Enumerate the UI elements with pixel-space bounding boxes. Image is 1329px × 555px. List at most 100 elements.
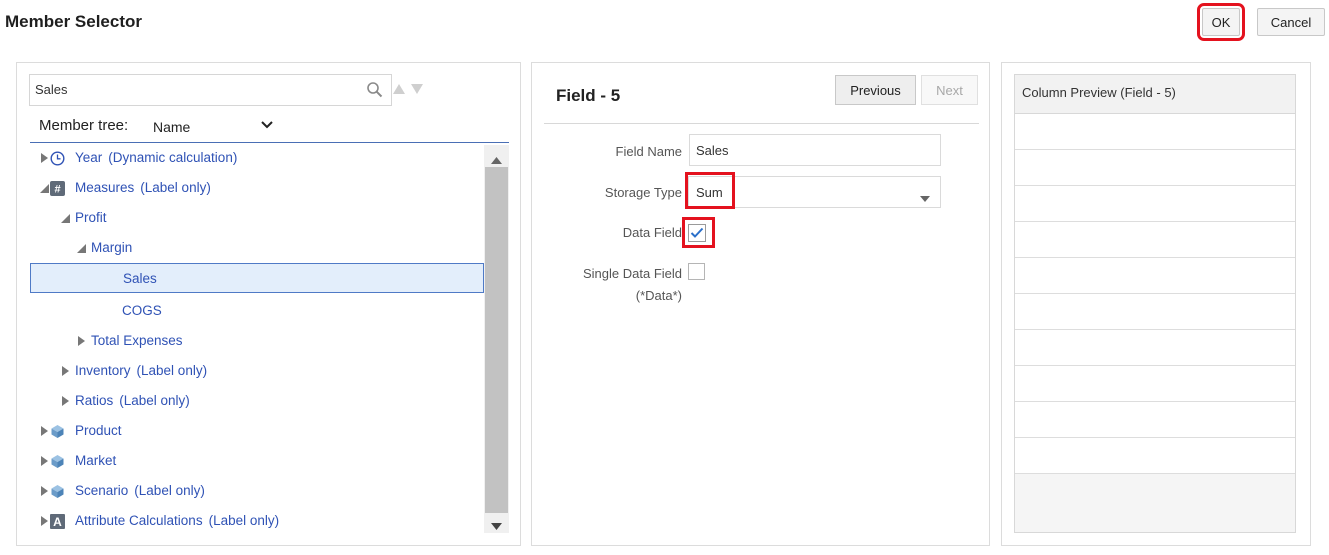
- highlight-box: [682, 217, 715, 248]
- expand-triangle-icon[interactable]: [39, 456, 49, 466]
- tree-node[interactable]: Market: [30, 446, 484, 476]
- tree-node-name: Year: [75, 150, 103, 165]
- collapse-triangle-icon[interactable]: [76, 243, 86, 253]
- tree-node-name: Inventory: [75, 363, 131, 378]
- tree-node-suffix: (Label only): [208, 513, 280, 528]
- tree-node[interactable]: Total Expenses: [30, 326, 484, 356]
- tree-node-label: COGS: [122, 303, 162, 318]
- expand-triangle-icon[interactable]: [39, 486, 49, 496]
- scroll-thumb[interactable]: [485, 167, 508, 513]
- member-tree-dropdown[interactable]: Name: [146, 116, 284, 138]
- tree-node[interactable]: Scenario (Label only): [30, 476, 484, 506]
- tree-node[interactable]: Ratios (Label only): [30, 386, 484, 416]
- scroll-up-icon[interactable]: [491, 152, 502, 167]
- previous-button[interactable]: Previous: [835, 75, 916, 105]
- collapse-triangle-icon[interactable]: [60, 213, 70, 223]
- tree-node[interactable]: COGS: [30, 296, 484, 326]
- hash-icon: #: [49, 180, 65, 196]
- tree-node-name: Product: [75, 423, 122, 438]
- search-box[interactable]: [29, 74, 392, 106]
- next-button[interactable]: Next: [921, 75, 978, 105]
- member-tree-value: Name: [153, 119, 191, 135]
- page-title: Member Selector: [5, 12, 142, 31]
- storage-type-label: Storage Type: [604, 185, 682, 200]
- tree-node[interactable]: # Measures (Label only): [30, 173, 484, 203]
- table-row: [1015, 114, 1295, 150]
- cancel-button[interactable]: Cancel: [1257, 8, 1325, 36]
- column-preview-header: Column Preview (Field - 5): [1015, 75, 1295, 114]
- cube-icon: [49, 453, 65, 469]
- tree-node[interactable]: Sales: [30, 263, 484, 293]
- tree-node-suffix: (Label only): [134, 483, 205, 498]
- attribute-icon: A: [49, 513, 65, 529]
- expand-triangle-icon[interactable]: [60, 396, 70, 406]
- expand-triangle-icon[interactable]: [39, 153, 49, 163]
- tree-node-label: Inventory (Label only): [75, 363, 207, 378]
- table-row: [1015, 294, 1295, 330]
- tree-node-label: Market: [75, 453, 116, 468]
- tree-node-label: Sales: [123, 271, 157, 286]
- tree-node-name: Margin: [91, 240, 133, 255]
- single-data-field-sublabel: (*Data*): [635, 288, 682, 303]
- scroll-down-icon[interactable]: [491, 518, 502, 533]
- tree-node[interactable]: Year (Dynamic calculation): [30, 143, 484, 173]
- svg-text:A: A: [53, 515, 62, 529]
- tree-node[interactable]: A Attribute Calculations (Label only): [30, 506, 484, 533]
- search-icon[interactable]: [366, 81, 384, 99]
- tree-scrollbar[interactable]: [484, 145, 509, 533]
- tree-node-label: Total Expenses: [91, 333, 183, 348]
- table-row: [1015, 402, 1295, 438]
- table-row: [1015, 150, 1295, 186]
- tree-node-name: Market: [75, 453, 117, 468]
- table-row: [1015, 366, 1295, 402]
- tree-node-label: Product: [75, 423, 122, 438]
- column-preview-table: Column Preview (Field - 5): [1014, 74, 1296, 533]
- table-row: [1015, 222, 1295, 258]
- svg-text:#: #: [54, 183, 60, 195]
- tree-node-name: Scenario: [75, 483, 129, 498]
- single-data-field-label: Single Data Field (*Data*): [560, 263, 682, 307]
- field-name-label: Field Name: [615, 144, 682, 159]
- tree-node-label: Ratios (Label only): [75, 393, 190, 408]
- cube-icon: [49, 423, 65, 439]
- expand-triangle-icon[interactable]: [76, 336, 86, 346]
- clock-icon: [49, 150, 65, 166]
- tree-node-name: Sales: [123, 271, 157, 286]
- ok-button[interactable]: OK: [1197, 3, 1245, 41]
- tree-node[interactable]: Inventory (Label only): [30, 356, 484, 386]
- tree-node[interactable]: Margin: [30, 233, 484, 263]
- expand-triangle-icon[interactable]: [60, 366, 70, 376]
- tree-node-name: Profit: [75, 210, 107, 225]
- single-data-field-label-text: Single Data Field: [583, 266, 682, 281]
- cube-icon: [49, 483, 65, 499]
- tree-node-name: COGS: [122, 303, 162, 318]
- tree-node-label: Scenario (Label only): [75, 483, 205, 498]
- search-next-icon[interactable]: [410, 83, 424, 98]
- tree-node-suffix: (Label only): [140, 180, 211, 195]
- tree-node-label: Year (Dynamic calculation): [75, 150, 237, 165]
- caret-down-icon: [920, 190, 930, 205]
- column-preview-header-text: Column Preview (Field - 5): [1022, 85, 1176, 100]
- tree-node-name: Measures: [75, 180, 135, 195]
- search-previous-icon[interactable]: [392, 83, 406, 98]
- expand-triangle-icon[interactable]: [39, 516, 49, 526]
- tree-node-label: Attribute Calculations (Label only): [75, 513, 279, 528]
- single-data-field-checkbox[interactable]: [688, 263, 705, 280]
- search-input[interactable]: [35, 82, 355, 97]
- expand-triangle-icon[interactable]: [39, 426, 49, 436]
- field-title: Field - 5: [556, 86, 621, 105]
- tree-node-label: Profit: [75, 210, 107, 225]
- tree-node-label: Measures (Label only): [75, 180, 211, 195]
- data-field-label: Data Field: [622, 225, 682, 240]
- table-row: [1015, 438, 1295, 474]
- collapse-triangle-icon[interactable]: [39, 183, 49, 193]
- tree-node[interactable]: Profit: [30, 203, 484, 233]
- field-name-input[interactable]: [689, 134, 941, 166]
- table-row: [1015, 258, 1295, 294]
- tree-node-suffix: (Dynamic calculation): [108, 150, 238, 165]
- table-row: [1015, 186, 1295, 222]
- tree-node-label: Margin: [91, 240, 132, 255]
- tree-node-name: Attribute Calculations: [75, 513, 203, 528]
- tree-node[interactable]: Product: [30, 416, 484, 446]
- highlight-box: [685, 172, 735, 209]
